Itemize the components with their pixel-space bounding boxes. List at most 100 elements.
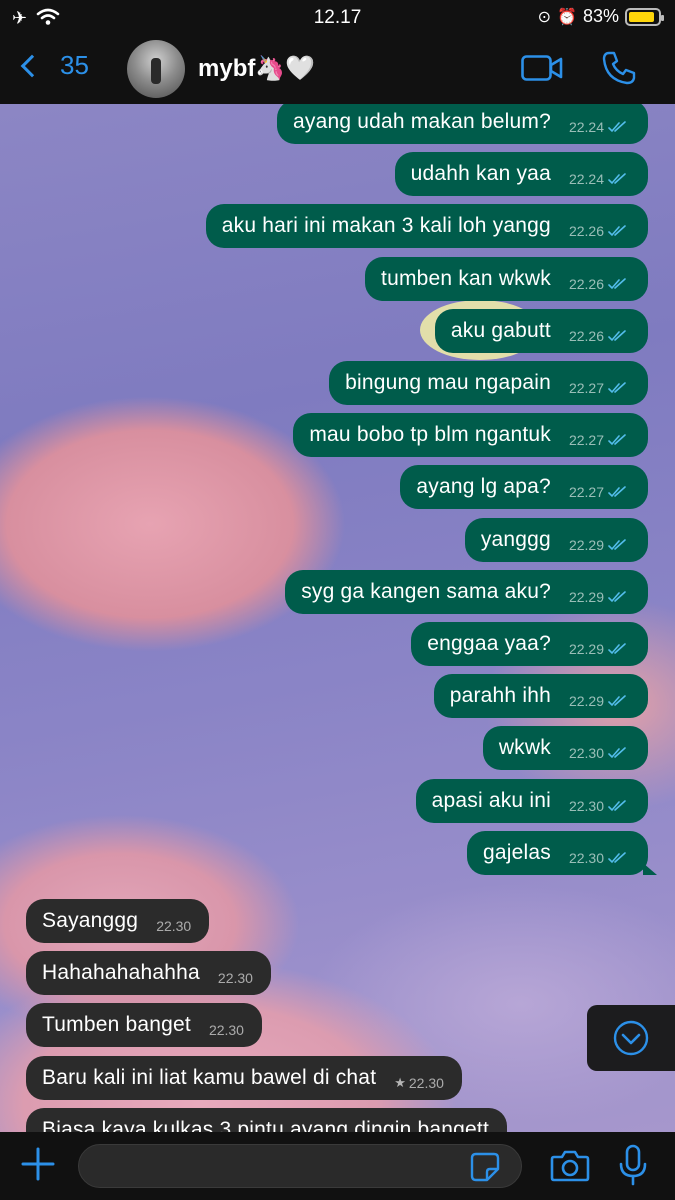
double-check-icon xyxy=(608,695,626,707)
double-check-icon xyxy=(608,591,626,603)
chevron-down-icon xyxy=(613,1020,649,1056)
avatar[interactable] xyxy=(127,40,185,98)
message-text: Baru kali ini liat kamu bawel di chat xyxy=(42,1066,377,1089)
outgoing-message[interactable]: aku gabutt 22.26 xyxy=(434,309,648,353)
message-text: Sayanggg xyxy=(42,909,139,932)
double-check-icon xyxy=(608,747,626,759)
message-time: 22.30 xyxy=(156,918,192,934)
sticker-icon[interactable] xyxy=(470,1152,500,1182)
double-check-icon xyxy=(608,121,626,133)
double-check-icon xyxy=(608,800,626,812)
chat-header: 35 mybf🦄🤍 xyxy=(0,36,675,100)
battery-icon xyxy=(625,7,664,26)
message-time: 22.27 xyxy=(568,380,604,396)
message-text: enggaa yaa? xyxy=(427,632,551,655)
outgoing-message[interactable]: ayang lg apa? 22.27 xyxy=(400,465,648,509)
message-time: 22.30 xyxy=(217,970,253,986)
outgoing-message[interactable]: tumben kan wkwk 22.26 xyxy=(365,257,648,301)
message-text: aku gabutt xyxy=(450,319,551,342)
message-text: parahh ihh xyxy=(449,684,551,707)
double-check-icon xyxy=(608,278,626,290)
message-text: aku hari ini makan 3 kali loh yangg xyxy=(221,214,551,237)
message-meta: 22.24 xyxy=(569,171,626,187)
message-text: ayang lg apa? xyxy=(416,475,551,498)
outgoing-message[interactable]: bingung mau ngapain 22.27 xyxy=(329,361,648,405)
outgoing-message[interactable]: yanggg 22.29 xyxy=(464,518,648,562)
message-text: tumben kan wkwk xyxy=(381,267,551,290)
camera-icon[interactable] xyxy=(550,1148,590,1184)
outgoing-message[interactable]: gajelas 22.30 xyxy=(467,831,657,875)
message-text: udahh kan yaa xyxy=(410,162,551,185)
battery-percentage: 83% xyxy=(582,6,619,26)
alarm-icon: ⏰ xyxy=(557,8,577,26)
outgoing-message[interactable]: syg ga kangen sama aku? 22.29 xyxy=(285,570,648,614)
message-list[interactable]: ayang udah makan belum? 22.24 udahh kan ya… xyxy=(0,104,675,1132)
star-icon: ★ xyxy=(394,1075,406,1090)
outgoing-message[interactable]: mau bobo tp blm ngantuk 22.27 xyxy=(293,413,648,457)
video-camera-icon[interactable] xyxy=(521,55,563,81)
incoming-message[interactable]: Sayanggg 22.30 xyxy=(26,899,210,943)
status-right: ⊙ ⏰ 83% xyxy=(537,6,664,27)
message-meta: 22.30 xyxy=(569,745,626,761)
bubble-tail xyxy=(643,863,657,875)
status-bar: ✈ 12.17 ⊙ ⏰ 83% xyxy=(0,6,675,30)
back-button[interactable]: 35 xyxy=(18,50,89,81)
rotation-lock-icon: ⊙ xyxy=(537,8,552,26)
message-time: 22.24 xyxy=(568,119,604,135)
double-check-icon xyxy=(608,486,626,498)
message-meta: 22.26 xyxy=(569,276,626,292)
message-time: 22.29 xyxy=(568,641,604,657)
message-text: wkwk xyxy=(498,736,551,759)
double-check-icon xyxy=(608,434,626,446)
message-time: 22.29 xyxy=(568,589,604,605)
message-time: 22.30 xyxy=(568,745,604,761)
message-time: 22.29 xyxy=(568,693,604,709)
outgoing-message[interactable]: aku hari ini makan 3 kali loh yangg 22.26 xyxy=(205,204,648,248)
message-meta: 22.29 xyxy=(569,693,626,709)
message-meta: 22.30 xyxy=(569,798,626,814)
message-meta: 22.29 xyxy=(569,589,626,605)
outgoing-message[interactable]: ayang udah makan belum? 22.24 xyxy=(277,104,648,144)
message-text: Tumben banget xyxy=(42,1013,191,1036)
outgoing-message[interactable]: udahh kan yaa 22.24 xyxy=(394,152,648,196)
incoming-message[interactable]: Biasa kaya kulkas 3 pintu ayang dingin b… xyxy=(26,1108,508,1132)
message-text: gajelas xyxy=(483,841,551,864)
incoming-message[interactable]: Hahahahahahha 22.30 xyxy=(26,951,271,995)
double-check-icon xyxy=(608,330,626,342)
incoming-message[interactable]: Baru kali ini liat kamu bawel di chat ★ 22… xyxy=(26,1056,462,1100)
message-meta: 22.27 xyxy=(569,432,626,448)
contact-name[interactable]: mybf🦄🤍 xyxy=(198,54,315,83)
outgoing-message[interactable]: apasi aku ini 22.30 xyxy=(415,779,648,823)
phone-icon[interactable] xyxy=(601,50,637,86)
composer-bar xyxy=(0,1132,675,1200)
message-input[interactable] xyxy=(78,1144,522,1188)
message-time: 22.27 xyxy=(568,484,604,500)
double-check-icon xyxy=(608,382,626,394)
message-meta: 22.27 xyxy=(569,380,626,396)
message-meta: 22.30 xyxy=(209,1022,244,1038)
message-meta: ★ 22.30 xyxy=(394,1075,444,1091)
message-meta: 22.29 xyxy=(569,641,626,657)
message-meta: 22.27 xyxy=(569,484,626,500)
plus-icon[interactable] xyxy=(20,1146,56,1182)
scroll-to-bottom-button[interactable] xyxy=(587,1005,675,1071)
message-text: ayang udah makan belum? xyxy=(293,110,551,133)
double-check-icon xyxy=(608,225,626,237)
message-meta: 22.26 xyxy=(569,328,626,344)
message-time: 22.30 xyxy=(408,1075,444,1091)
microphone-icon[interactable] xyxy=(618,1144,648,1186)
message-text: Biasa kaya kulkas 3 pintu ayang dingin b… xyxy=(42,1118,490,1132)
message-time: 22.29 xyxy=(568,537,604,553)
double-check-icon xyxy=(608,643,626,655)
unread-count: 35 xyxy=(60,50,89,80)
outgoing-message[interactable]: parahh ihh 22.29 xyxy=(433,674,648,718)
outgoing-message[interactable]: wkwk 22.30 xyxy=(482,726,648,770)
double-check-icon xyxy=(608,173,626,185)
double-check-icon xyxy=(608,539,626,551)
top-bar: ✈ 12.17 ⊙ ⏰ 83% 35 mybf🦄🤍 xyxy=(0,0,675,104)
double-check-icon xyxy=(608,852,626,864)
outgoing-message[interactable]: enggaa yaa? 22.29 xyxy=(411,622,648,666)
message-time: 22.26 xyxy=(568,328,604,344)
incoming-message[interactable]: Tumben banget 22.30 xyxy=(26,1003,262,1047)
message-meta: 22.30 xyxy=(156,918,191,934)
